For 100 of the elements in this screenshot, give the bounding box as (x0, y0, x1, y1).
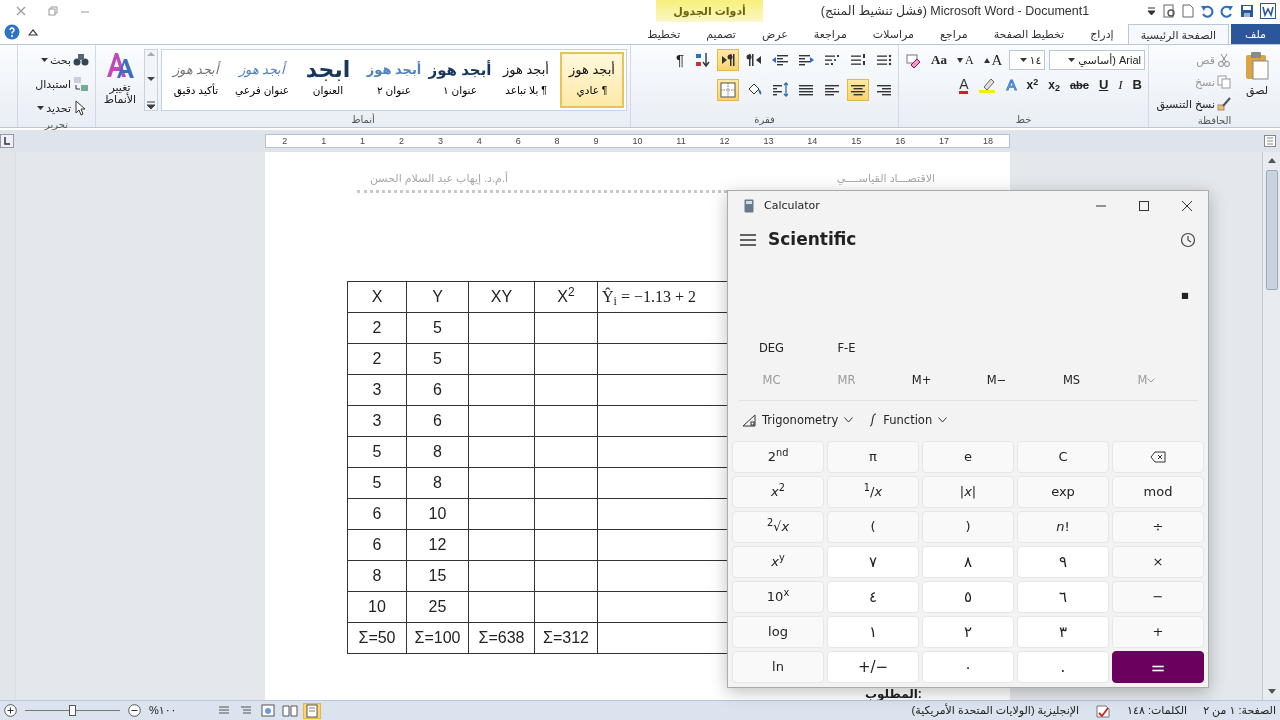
font-color-button[interactable]: A (956, 74, 972, 96)
function-key[interactable]: x$^{y}$ (732, 546, 824, 578)
digit-key[interactable]: ٩ (1017, 546, 1109, 578)
function-key[interactable]: $^{1}$/x (827, 476, 919, 508)
redo-icon[interactable] (1220, 4, 1234, 18)
function-key[interactable]: n! (1017, 511, 1109, 543)
change-styles-button[interactable]: تغيير الأنماط (99, 49, 141, 111)
shrink-font-button[interactable]: A (953, 49, 977, 71)
fe-toggle-button[interactable]: F-E (809, 334, 884, 363)
select-button[interactable]: تحديد (21, 97, 92, 119)
function-key[interactable]: $^{2}$√x (732, 511, 824, 543)
scroll-up-icon[interactable] (1266, 156, 1277, 164)
function-key[interactable]: ) (922, 511, 1014, 543)
digit-key[interactable]: ٨ (922, 546, 1014, 578)
backspace-key[interactable] (1112, 441, 1204, 473)
function-key[interactable]: + (1112, 616, 1204, 648)
memory-button[interactable]: MS (1034, 366, 1109, 395)
superscript-button[interactable]: x$^{2}$ (1023, 74, 1042, 96)
function-key[interactable]: e (922, 441, 1014, 473)
digit-key[interactable]: ٢ (922, 616, 1014, 648)
scrollbar-thumb[interactable] (1265, 170, 1278, 290)
new-document-icon[interactable] (1182, 4, 1194, 18)
print-preview-icon[interactable] (1162, 4, 1176, 18)
underline-button[interactable]: U (1095, 74, 1112, 96)
ribbon-tab[interactable]: مراسلات (860, 24, 926, 44)
paragraph-button[interactable] (847, 79, 869, 101)
trigonometry-dropdown[interactable]: Trigonometry (734, 405, 862, 435)
function-key[interactable]: π (827, 441, 919, 473)
function-key[interactable]: exp (1017, 476, 1109, 508)
zoom-in-icon[interactable] (4, 704, 17, 717)
function-key[interactable]: ( (827, 511, 919, 543)
memory-button[interactable]: M+ (884, 366, 959, 395)
bold-button[interactable]: B (1129, 74, 1145, 96)
function-key[interactable]: |x| (922, 476, 1014, 508)
zoom-level[interactable]: %١٠٠ (149, 702, 177, 719)
memory-button[interactable]: M− (959, 366, 1034, 395)
ribbon-tab[interactable]: مراجعة (801, 24, 859, 44)
ribbon-tab[interactable]: الصفحة الرئيسية (1127, 24, 1230, 44)
view-button[interactable] (280, 702, 299, 719)
customize-caret-icon[interactable] (1147, 6, 1156, 16)
style-gallery-item[interactable]: أبجد هوز عنوان ١ (428, 52, 492, 108)
digit-key[interactable]: ٥ (922, 581, 1014, 613)
view-button[interactable] (258, 702, 277, 719)
save-icon[interactable] (1240, 4, 1254, 18)
scroll-down-icon[interactable] (145, 75, 157, 83)
word-count[interactable]: الكلمات: ١٤٨ (1127, 702, 1188, 719)
find-button[interactable]: بحث (21, 49, 92, 71)
style-gallery-item[interactable]: أبجد هوز ¶ بلا تباعد (494, 52, 558, 108)
function-key[interactable]: C (1017, 441, 1109, 473)
style-gallery-item[interactable]: أبجد هوز ¶ عادي (560, 52, 624, 108)
function-key[interactable]: ÷ (1112, 511, 1204, 543)
function-key[interactable]: log (732, 616, 824, 648)
view-button[interactable] (302, 702, 321, 719)
zoom-out-icon[interactable] (128, 704, 141, 717)
function-key[interactable]: x$^{2}$ (732, 476, 824, 508)
function-key[interactable]: mod (1112, 476, 1204, 508)
scroll-down-icon[interactable] (1266, 688, 1277, 696)
replace-button[interactable]: استبدال (21, 73, 92, 95)
ribbon-tab[interactable]: إدراج (1078, 24, 1126, 44)
ruler-toggle-icon[interactable] (1264, 135, 1276, 147)
proofing-icon[interactable] (1095, 703, 1112, 718)
italic-button[interactable]: I (1115, 74, 1126, 96)
function-key[interactable]: ln (732, 651, 824, 683)
grow-font-button[interactable]: A (980, 49, 1006, 71)
paragraph-button[interactable] (717, 49, 739, 71)
help-icon[interactable] (4, 24, 20, 40)
zoom-slider[interactable] (25, 704, 120, 717)
digit-key[interactable]: ٠ (922, 651, 1014, 683)
function-key[interactable]: 2$^{nd}$ (732, 441, 824, 473)
function-dropdown[interactable]: Function (861, 405, 956, 435)
ribbon-tab[interactable]: تصميم (694, 24, 748, 44)
angle-mode-button[interactable]: DEG (734, 334, 809, 363)
digit-key[interactable]: . (1017, 651, 1109, 683)
font-size-field[interactable]: ١٤ (1009, 50, 1046, 70)
style-gallery-item[interactable]: ابجد العنوان (296, 52, 360, 108)
digit-key[interactable]: +/− (827, 651, 919, 683)
subscript-button[interactable]: x$_{2}$ (1045, 74, 1063, 96)
close-icon[interactable] (16, 6, 26, 16)
show-marks-button[interactable]: ¶ (672, 49, 687, 71)
digit-key[interactable]: ٦ (1017, 581, 1109, 613)
more-styles-icon[interactable] (145, 100, 157, 110)
digit-key[interactable]: ٣ (1017, 616, 1109, 648)
strikethrough-button[interactable]: abc (1066, 74, 1092, 96)
function-key[interactable]: − (1112, 581, 1204, 613)
digit-key[interactable]: ١ (827, 616, 919, 648)
digit-key[interactable]: ٤ (827, 581, 919, 613)
font-name-field[interactable]: Arial (أساسي (1049, 50, 1145, 70)
collapse-ribbon-icon[interactable] (28, 28, 38, 36)
style-gallery-item[interactable]: أبجد هوز تأكيد دقيق (164, 52, 228, 108)
ribbon-tab[interactable]: عرض (749, 24, 800, 44)
page-count[interactable]: الصفحة: ١ من ٢ (1203, 702, 1276, 719)
function-key[interactable]: × (1112, 546, 1204, 578)
undo-icon[interactable] (1200, 4, 1214, 18)
language-indicator[interactable]: الإنجليزية (الولايات المتحدة الأمريكية) (911, 702, 1080, 719)
paste-button[interactable]: لصق (1237, 49, 1277, 111)
ribbon-tab[interactable]: تخطيط (635, 24, 693, 44)
slider-thumb[interactable] (68, 704, 76, 716)
equals-key[interactable]: = (1112, 651, 1204, 683)
function-key[interactable]: 10$^{x}$ (732, 581, 824, 613)
style-gallery-item[interactable]: أبجد هوز عنوان ٢ (362, 52, 426, 108)
